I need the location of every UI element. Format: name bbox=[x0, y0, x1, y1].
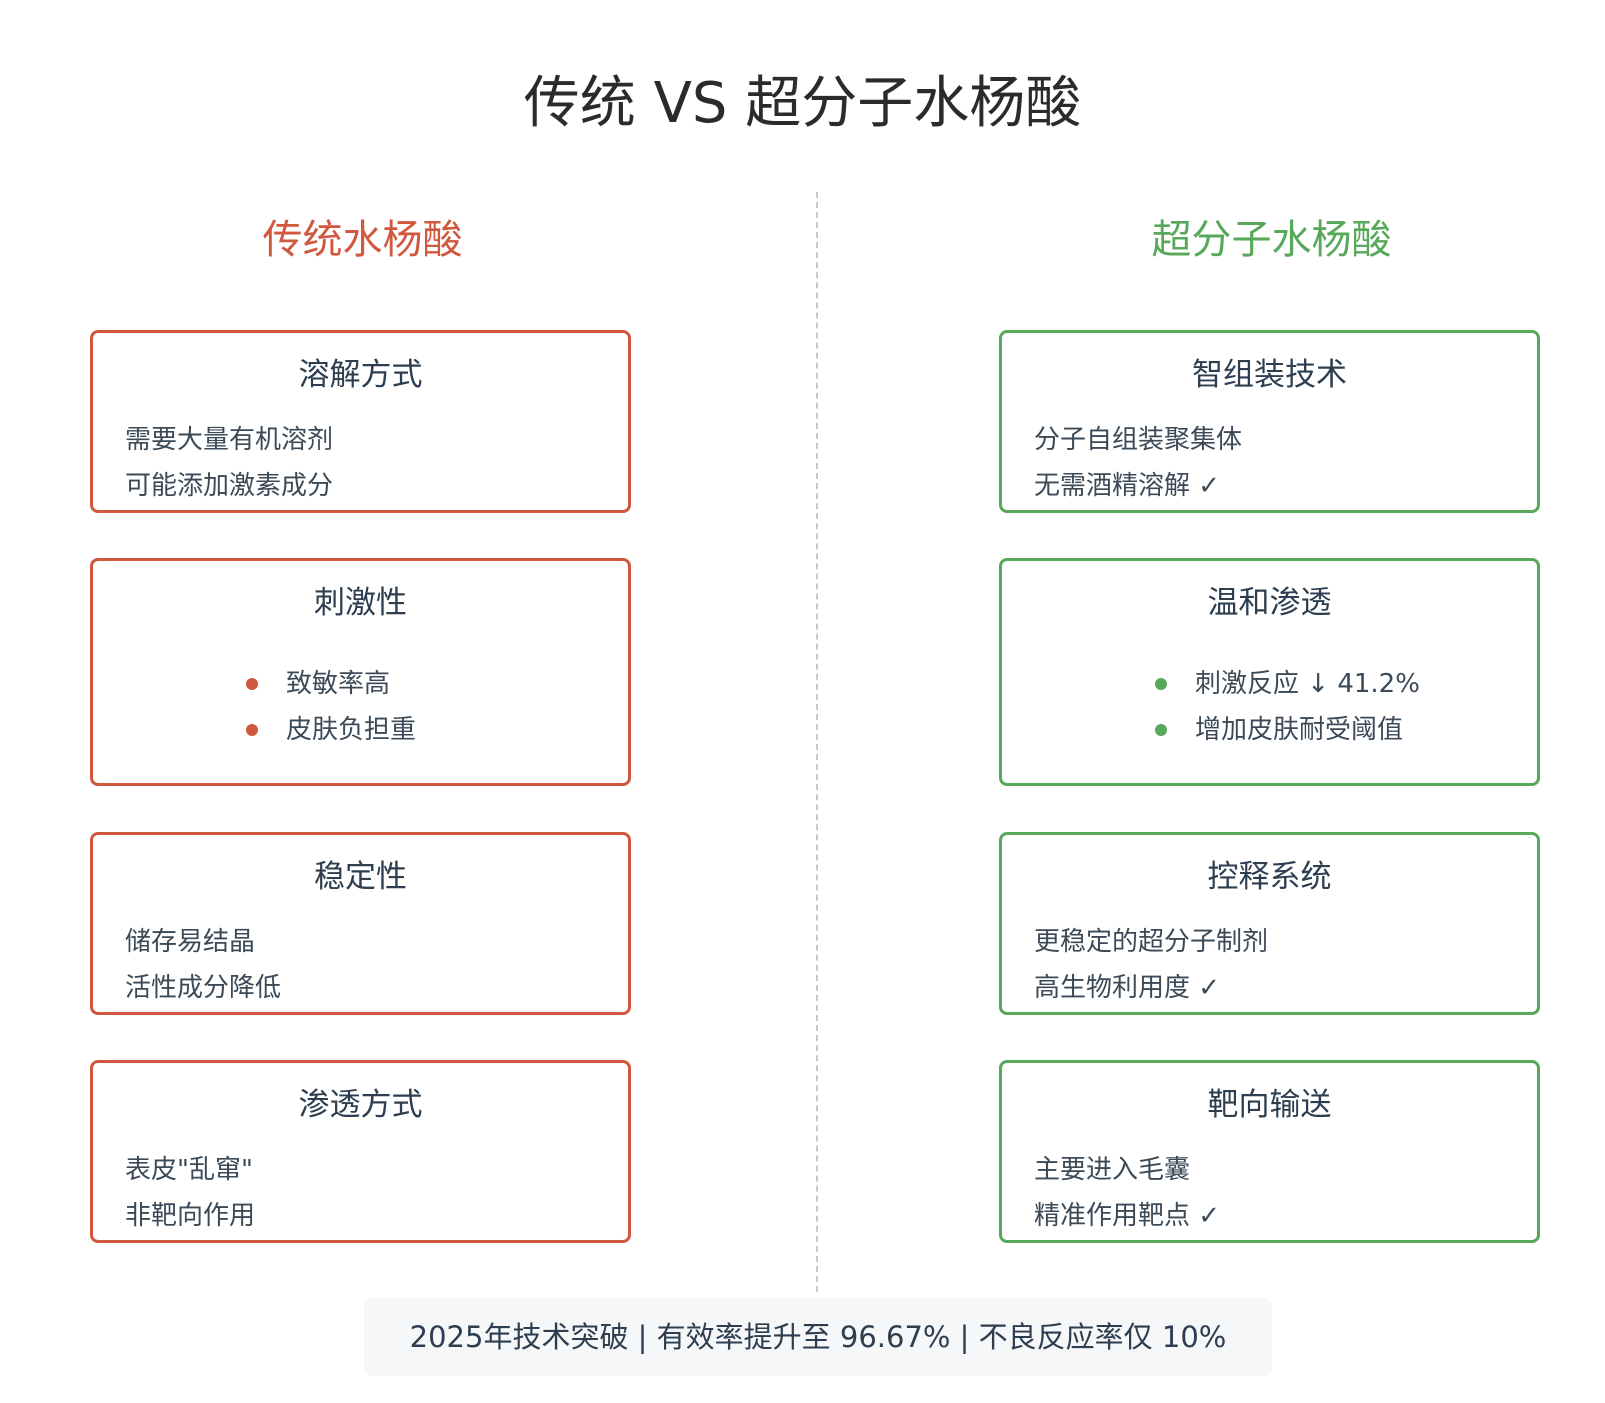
card-line: 分子自组装聚集体 bbox=[1034, 425, 1243, 455]
card-title: 刺激性 bbox=[314, 585, 407, 621]
traditional-heading: 传统水杨酸 bbox=[262, 217, 463, 263]
bullet-item: 增加皮肤耐受阈值 bbox=[1195, 715, 1404, 745]
card-irritation-traditional: 刺激性 致敏率高 皮肤负担重 bbox=[90, 558, 631, 786]
card-release-supramolecular: 控释系统 更稳定的超分子制剂 高生物利用度 ✓ bbox=[999, 832, 1540, 1015]
card-targeting-supramolecular: 靶向输送 主要进入毛囊 精准作用靶点 ✓ bbox=[999, 1060, 1540, 1243]
bullet-item: 刺激反应 ↓ 41.2% bbox=[1195, 669, 1420, 699]
card-title: 温和渗透 bbox=[1207, 585, 1332, 621]
center-divider bbox=[816, 192, 818, 1292]
card-dissolution-traditional: 溶解方式 需要大量有机溶剂 可能添加激素成分 bbox=[90, 330, 631, 513]
bullet-item: 皮肤负担重 bbox=[286, 715, 417, 745]
card-title: 靶向输送 bbox=[1207, 1087, 1332, 1123]
bullet-dot bbox=[1155, 678, 1167, 690]
card-title: 控释系统 bbox=[1207, 859, 1332, 895]
card-line: 无需酒精溶解 ✓ bbox=[1034, 471, 1221, 501]
card-line: 储存易结晶 bbox=[125, 927, 256, 957]
bullet-dot bbox=[1155, 724, 1167, 736]
card-line: 非靶向作用 bbox=[125, 1201, 256, 1231]
card-gentle-supramolecular: 温和渗透 刺激反应 ↓ 41.2% 增加皮肤耐受阈值 bbox=[999, 558, 1540, 786]
card-title: 渗透方式 bbox=[298, 1087, 423, 1123]
card-title: 稳定性 bbox=[314, 859, 407, 895]
card-line: 更稳定的超分子制剂 bbox=[1034, 927, 1269, 957]
card-stability-traditional: 稳定性 储存易结晶 活性成分降低 bbox=[90, 832, 631, 1015]
supramolecular-heading: 超分子水杨酸 bbox=[1151, 217, 1392, 263]
card-line: 主要进入毛囊 bbox=[1034, 1155, 1191, 1185]
bullet-item: 致敏率高 bbox=[286, 669, 391, 699]
card-line: 高生物利用度 ✓ bbox=[1034, 973, 1221, 1003]
card-line: 需要大量有机溶剂 bbox=[125, 425, 334, 455]
card-line: 精准作用靶点 ✓ bbox=[1034, 1201, 1221, 1231]
card-penetration-traditional: 渗透方式 表皮"乱窜" 非靶向作用 bbox=[90, 1060, 631, 1243]
card-line: 表皮"乱窜" bbox=[125, 1155, 253, 1185]
bullet-dot bbox=[246, 678, 258, 690]
footer-summary: 2025年技术突破 | 有效率提升至 96.67% | 不良反应率仅 10% bbox=[364, 1298, 1272, 1376]
card-line: 活性成分降低 bbox=[125, 973, 282, 1003]
card-assembly-supramolecular: 智组装技术 分子自组装聚集体 无需酒精溶解 ✓ bbox=[999, 330, 1540, 513]
card-title: 智组装技术 bbox=[1192, 357, 1347, 393]
card-title: 溶解方式 bbox=[298, 357, 423, 393]
card-line: 可能添加激素成分 bbox=[125, 471, 334, 501]
bullet-dot bbox=[246, 724, 258, 736]
page-title: 传统 VS 超分子水杨酸 bbox=[523, 71, 1082, 136]
